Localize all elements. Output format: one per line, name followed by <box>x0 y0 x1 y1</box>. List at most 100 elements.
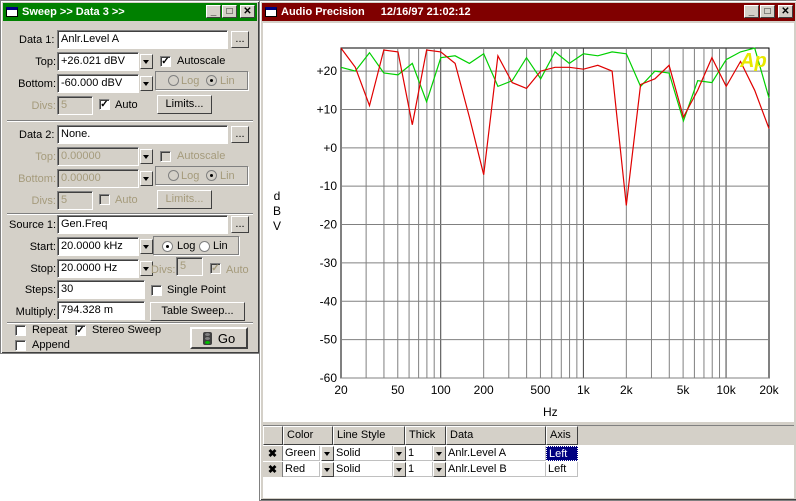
source-auto-checkbox[interactable]: ✓ <box>210 263 221 274</box>
data1-field[interactable]: Anlr.Level A <box>57 30 228 49</box>
data1-auto-label: Auto <box>115 99 138 111</box>
minimize-icon[interactable]: _ <box>206 5 221 18</box>
cell-line-style[interactable]: Solid <box>334 462 393 477</box>
stop-field[interactable]: 20.0000 Hz <box>57 259 139 278</box>
y-tick-label: -30 <box>320 256 338 270</box>
data1-autoscale-checkbox[interactable]: ✓ <box>160 56 171 67</box>
minimize-icon[interactable]: _ <box>744 5 759 18</box>
source1-browse-button[interactable]: ... <box>231 216 249 233</box>
data2-divs-field[interactable]: 5 <box>57 191 93 210</box>
data2-top-dropdown[interactable] <box>140 149 153 164</box>
data1-lin-label: Lin <box>220 75 235 87</box>
source-divs-field[interactable]: 5 <box>176 257 203 276</box>
append-label: Append <box>32 339 70 351</box>
source-log-radio[interactable] <box>162 241 173 252</box>
source-log-label: Log <box>177 240 196 252</box>
x-tick-label: 50 <box>391 383 405 397</box>
line-style-dropdown[interactable] <box>393 462 406 477</box>
color-dropdown[interactable] <box>321 462 334 477</box>
graph-titlebar[interactable]: Audio Precision 12/16/97 21:02:12 _ □ ✕ <box>262 3 795 21</box>
graph-area: +20 +10 +0 -10 -20 -30 -40 -50 -60 20 50 100 200 500… <box>263 23 794 422</box>
cell-data[interactable]: Anlr.Level A <box>446 446 546 461</box>
table-sweep-button[interactable]: Table Sweep... <box>150 302 245 321</box>
data2-field[interactable]: None. <box>57 125 228 144</box>
column-header-data[interactable]: Data <box>446 426 546 445</box>
start-field[interactable]: 20.0000 kHz <box>57 237 139 256</box>
cell-line-style[interactable]: Solid <box>334 446 393 461</box>
column-header-axis[interactable]: Axis <box>546 426 578 445</box>
start-dropdown[interactable] <box>140 239 153 254</box>
data2-log-radio[interactable] <box>168 170 179 181</box>
data1-auto-checkbox[interactable]: ✓ <box>99 99 110 110</box>
steps-field[interactable]: 30 <box>57 280 145 299</box>
data1-limits-button[interactable]: Limits... <box>157 95 212 114</box>
data1-top-field[interactable]: +26.021 dBV <box>57 52 139 71</box>
source1-field[interactable]: Gen.Freq <box>57 215 228 234</box>
cell-axis[interactable]: Left <box>546 462 578 477</box>
row-delete-icon[interactable]: ✖ <box>263 446 283 461</box>
data2-auto-label: Auto <box>115 194 138 206</box>
data2-log-label: Log <box>181 170 200 182</box>
x-tick-label: 20k <box>759 383 779 397</box>
x-tick-label: 20 <box>334 383 348 397</box>
column-header-thick[interactable]: Thick <box>405 426 446 445</box>
data2-autoscale-checkbox[interactable] <box>160 151 171 162</box>
data2-limits-button[interactable]: Limits... <box>157 190 212 209</box>
data1-log-label: Log <box>181 75 200 87</box>
source-auto-label: Auto <box>226 264 249 276</box>
data1-log-radio[interactable] <box>168 75 179 86</box>
data1-bottom-dropdown[interactable] <box>140 76 153 91</box>
steps-label: Steps: <box>24 284 56 296</box>
column-header-line-style[interactable]: Line Style <box>333 426 405 445</box>
trace-grid: Color Line Style Thick Data Axis ✖ Green… <box>263 425 794 498</box>
go-label: Go <box>217 331 236 346</box>
color-dropdown[interactable] <box>321 446 334 461</box>
repeat-checkbox[interactable] <box>15 325 26 336</box>
maximize-icon[interactable]: □ <box>222 5 237 18</box>
stop-label: Stop: <box>30 263 56 275</box>
cell-thick[interactable]: 1 <box>406 462 433 477</box>
close-icon[interactable]: ✕ <box>778 5 793 18</box>
stereo-sweep-checkbox[interactable]: ✓ <box>75 325 86 336</box>
x-tick-label: 500 <box>530 383 550 397</box>
single-point-label: Single Point <box>167 284 226 296</box>
line-style-dropdown[interactable] <box>393 446 406 461</box>
y-tick-label: -50 <box>320 333 338 347</box>
data2-lin-radio[interactable] <box>206 170 217 181</box>
maximize-icon[interactable]: □ <box>760 5 775 18</box>
x-tick-label: 2k <box>620 383 634 397</box>
multiply-field[interactable]: 794.328 m <box>57 301 145 320</box>
data1-divs-field[interactable]: 5 <box>57 96 93 115</box>
cell-data[interactable]: Anlr.Level B <box>446 462 546 477</box>
cell-axis[interactable]: Left <box>546 446 578 461</box>
go-button[interactable]: Go <box>190 327 248 349</box>
cell-color[interactable]: Red <box>283 462 320 477</box>
grid-lines <box>340 47 770 379</box>
column-header-color[interactable]: Color <box>283 426 333 445</box>
data2-auto-checkbox[interactable] <box>99 194 110 205</box>
cell-thick[interactable]: 1 <box>406 446 433 461</box>
thick-dropdown[interactable] <box>433 446 446 461</box>
data1-label: Data 1: <box>19 34 55 46</box>
data1-divs-label: Divs: <box>31 100 56 112</box>
source-lin-radio[interactable] <box>199 241 210 252</box>
single-point-checkbox[interactable] <box>151 285 162 296</box>
thick-dropdown[interactable] <box>433 462 446 477</box>
data1-top-dropdown[interactable] <box>140 54 153 69</box>
data2-bottom-dropdown[interactable] <box>140 171 153 186</box>
sweep-titlebar[interactable]: Sweep >> Data 3 >> _ □ ✕ <box>3 3 257 21</box>
append-checkbox[interactable] <box>15 340 26 351</box>
cell-color[interactable]: Green <box>283 446 320 461</box>
close-icon[interactable]: ✕ <box>240 5 255 18</box>
data2-browse-button[interactable]: ... <box>231 126 249 143</box>
data2-top-label: Top: <box>35 151 56 163</box>
data1-lin-radio[interactable] <box>206 75 217 86</box>
x-tick-label: 5k <box>677 383 691 397</box>
data2-top-field[interactable]: 0.00000 <box>57 147 139 166</box>
stereo-sweep-label: Stereo Sweep <box>92 324 162 336</box>
row-delete-icon[interactable]: ✖ <box>263 462 283 477</box>
data2-bottom-field[interactable]: 0.00000 <box>57 169 139 188</box>
data1-bottom-field[interactable]: -60.000 dBV <box>57 74 139 93</box>
x-tick-label: 1k <box>577 383 591 397</box>
data1-browse-button[interactable]: ... <box>231 31 249 48</box>
